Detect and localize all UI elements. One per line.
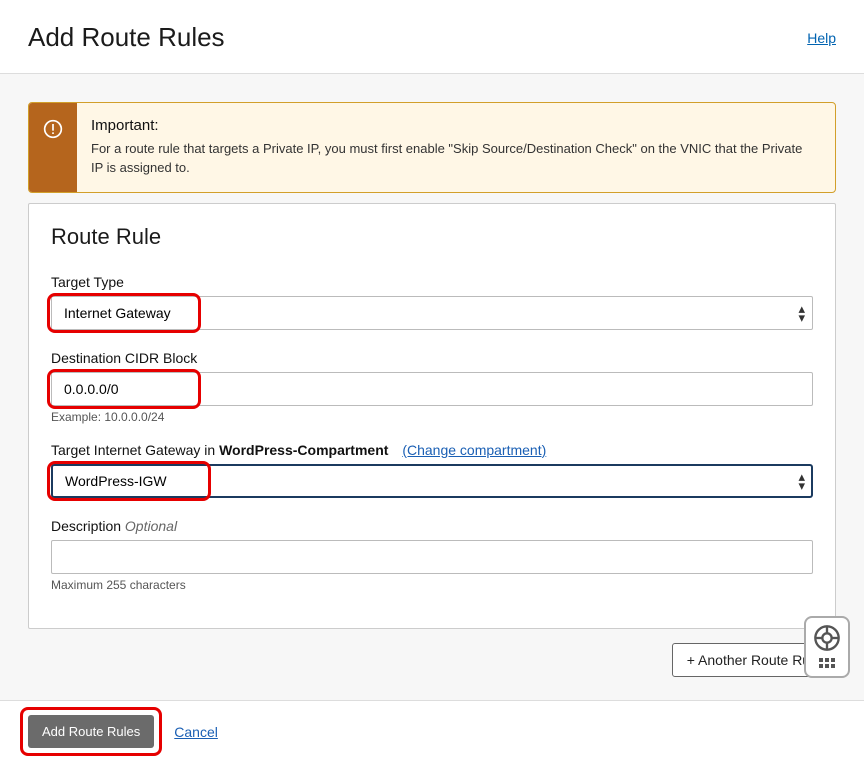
page-title: Add Route Rules [28,22,225,53]
target-type-label: Target Type [51,274,813,290]
target-gateway-label: Target Internet Gateway in WordPress-Com… [51,442,813,458]
important-notice: Important: For a route rule that targets… [28,102,836,193]
another-rule-row: + Another Route Rule [28,643,836,677]
important-title: Important: [91,117,817,134]
support-widget[interactable] [804,616,850,678]
target-gateway-label-prefix: Target Internet Gateway in [51,442,219,458]
help-link[interactable]: Help [807,30,836,46]
exclamation-circle-icon [43,119,63,139]
important-body: Important: For a route rule that targets… [77,103,835,192]
cidr-hint: Example: 10.0.0.0/24 [51,410,813,424]
description-field: Description Optional Maximum 255 charact… [51,518,813,592]
lifering-icon [813,624,841,652]
change-compartment-link[interactable]: (Change compartment) [402,442,546,458]
add-route-rules-button[interactable]: Add Route Rules [28,715,154,748]
target-gateway-field: Target Internet Gateway in WordPress-Com… [51,442,813,498]
target-gateway-select[interactable]: WordPress-IGW [51,464,813,498]
route-rule-panel: Route Rule Target Type Internet Gateway … [28,203,836,629]
panel-heading: Route Rule [51,224,813,250]
dialog-footer: Add Route Rules Cancel [0,700,864,766]
content-area: Important: For a route rule that targets… [0,102,864,697]
description-hint: Maximum 255 characters [51,578,813,592]
description-label-text: Description [51,518,121,534]
description-optional: Optional [125,518,177,534]
important-icon-bar [29,103,77,192]
target-type-field: Target Type Internet Gateway ▴▾ [51,274,813,330]
description-label: Description Optional [51,518,813,534]
drag-handle-icon [819,658,835,668]
cancel-link[interactable]: Cancel [174,724,218,740]
cidr-field: Destination CIDR Block Example: 10.0.0.0… [51,350,813,424]
important-text: For a route rule that targets a Private … [91,140,817,178]
cidr-input[interactable] [51,372,813,406]
dialog-header: Add Route Rules Help [0,0,864,74]
target-type-select[interactable]: Internet Gateway [51,296,813,330]
target-gateway-compartment: WordPress-Compartment [219,442,388,458]
cidr-label: Destination CIDR Block [51,350,813,366]
description-input[interactable] [51,540,813,574]
